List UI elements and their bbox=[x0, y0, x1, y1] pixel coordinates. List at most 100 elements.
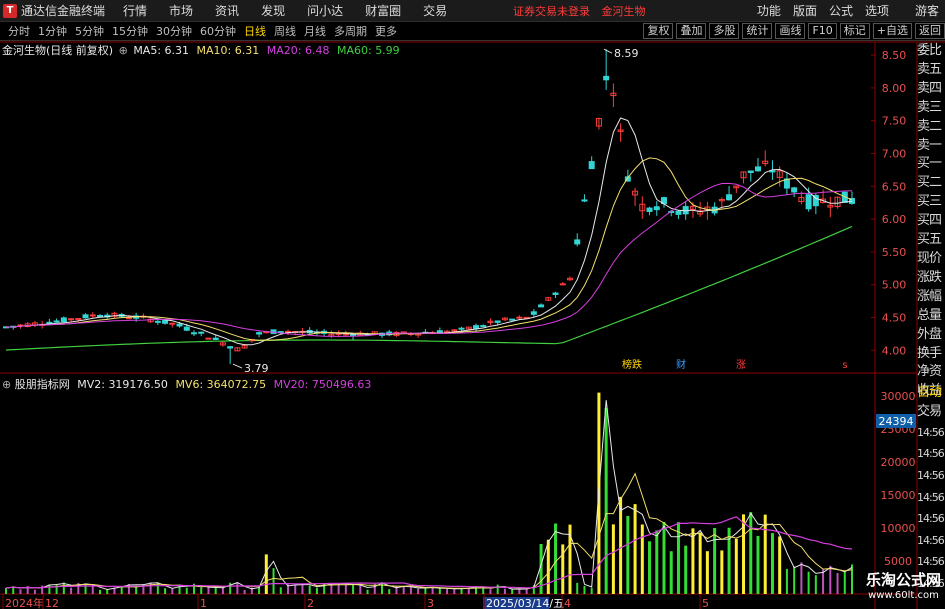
ma5-label: MA5: 6.31 bbox=[133, 44, 190, 57]
period-15min[interactable]: 15分钟 bbox=[112, 23, 148, 39]
candle-body bbox=[704, 206, 711, 211]
side-item: 卖五 bbox=[917, 61, 942, 77]
candle-body bbox=[740, 171, 747, 179]
draw-line-button[interactable]: 画线 bbox=[775, 23, 806, 39]
candle-body bbox=[371, 331, 378, 335]
period-5min[interactable]: 5分钟 bbox=[75, 23, 104, 39]
indicator-tick: 20000 bbox=[881, 456, 916, 469]
candle-body bbox=[653, 206, 660, 211]
statistics-button[interactable]: 统计 bbox=[742, 23, 773, 39]
mv20-label: MV20: 750496.63 bbox=[273, 378, 372, 391]
candle-body bbox=[538, 304, 545, 308]
candle-body bbox=[501, 317, 508, 321]
price-tick: 5.50 bbox=[882, 246, 907, 259]
period-60min[interactable]: 60分钟 bbox=[200, 23, 236, 39]
menu-news[interactable]: 资讯 bbox=[215, 2, 239, 19]
trade-notice[interactable]: 证券交易未登录 金河生物 bbox=[513, 3, 654, 19]
settings-icon[interactable]: ⊕ bbox=[2, 378, 11, 391]
candle-body bbox=[718, 199, 725, 202]
f10-button[interactable]: F10 bbox=[808, 23, 837, 39]
side-item: 卖四 bbox=[917, 80, 942, 96]
candle-body bbox=[415, 333, 422, 336]
menu-layout[interactable]: 版面 bbox=[793, 2, 817, 19]
event-marker: 榜跌 bbox=[622, 358, 642, 371]
side-item: 卖三 bbox=[917, 99, 942, 115]
date-tick: 5 bbox=[702, 597, 709, 609]
period-monthly[interactable]: 月线 bbox=[304, 23, 326, 39]
app-title: 通达信金融终端 bbox=[21, 4, 106, 18]
menu-options[interactable]: 选项 bbox=[865, 2, 889, 19]
back-button[interactable]: 返回 bbox=[915, 23, 945, 39]
candle-body bbox=[646, 207, 653, 212]
guest-user[interactable]: 游客 bbox=[915, 2, 939, 19]
date-tick: 3 bbox=[427, 597, 434, 609]
candle-body bbox=[292, 331, 299, 334]
overlay-button[interactable]: 叠加 bbox=[676, 23, 707, 39]
price-tick: 5.00 bbox=[882, 279, 907, 292]
menu-formula[interactable]: 公式 bbox=[829, 2, 853, 19]
mv6-label: MV6: 364072.75 bbox=[175, 378, 267, 391]
menu-market[interactable]: 市场 bbox=[169, 2, 193, 19]
period-intraday[interactable]: 分时 bbox=[8, 23, 30, 39]
side-item: 买四 bbox=[917, 213, 942, 229]
indicator-tick: 10000 bbox=[881, 522, 916, 535]
candlesticks bbox=[3, 49, 855, 365]
side-lower-item: 自动 bbox=[917, 385, 942, 400]
event-marker: s bbox=[842, 360, 847, 371]
candle-body bbox=[675, 210, 682, 215]
menu-quotes[interactable]: 行情 bbox=[123, 2, 147, 19]
candle-body bbox=[769, 170, 776, 173]
multi-stock-button[interactable]: 多股 bbox=[709, 23, 740, 39]
restore-rights-button[interactable]: 复权 bbox=[643, 23, 674, 39]
candle-body bbox=[726, 194, 733, 201]
price-tick: 7.50 bbox=[882, 115, 907, 128]
candle-body bbox=[270, 329, 277, 335]
candle-body bbox=[285, 330, 291, 333]
candle-body bbox=[733, 185, 740, 189]
candle-body bbox=[357, 332, 364, 337]
candle-body bbox=[827, 204, 834, 208]
mv20-line bbox=[5, 516, 853, 589]
price-tick: 4.50 bbox=[882, 312, 907, 325]
candle-body bbox=[494, 320, 501, 323]
candle-body bbox=[588, 161, 595, 170]
menu-ask[interactable]: 问小达 bbox=[307, 2, 343, 19]
side-item: 买三 bbox=[917, 194, 942, 210]
chart-annotations: 8.59 3.79 榜跌 财 涨 s bbox=[232, 47, 848, 375]
menu-trade[interactable]: 交易 bbox=[423, 2, 447, 19]
period-weekly[interactable]: 周线 bbox=[274, 23, 296, 39]
login-status: 证券交易未登录 bbox=[513, 5, 590, 18]
period-daily[interactable]: 日线 bbox=[244, 23, 266, 39]
settings-icon[interactable]: ⊕ bbox=[119, 44, 128, 57]
candle-body bbox=[632, 190, 639, 196]
candle-body bbox=[256, 332, 263, 335]
side-item: 买五 bbox=[917, 232, 942, 248]
period-multi[interactable]: 多周期 bbox=[334, 23, 367, 39]
candle-body bbox=[393, 331, 400, 336]
candle-body bbox=[133, 315, 140, 319]
candle-body bbox=[451, 329, 458, 332]
menu-wealth[interactable]: 财富圈 bbox=[365, 2, 401, 19]
side-item: 现价 bbox=[917, 250, 942, 266]
main-chart-legend: 金河生物(日线 前复权) ⊕ MA5: 6.31 MA10: 6.31 MA20… bbox=[2, 42, 400, 58]
menu-function[interactable]: 功能 bbox=[757, 2, 781, 19]
mark-button[interactable]: 标记 bbox=[839, 23, 870, 39]
event-marker: 财 bbox=[676, 358, 686, 371]
price-tick: 8.00 bbox=[882, 82, 907, 95]
low-label: 3.79 bbox=[244, 362, 269, 375]
ma20-line bbox=[5, 182, 853, 337]
candle-body bbox=[530, 311, 537, 315]
chart-area[interactable]: 8.50 8.00 7.50 7.00 6.50 6.00 5.50 5.00 4.50 4.00… bbox=[0, 0, 945, 609]
period-1min[interactable]: 1分钟 bbox=[38, 23, 67, 39]
side-item: 卖二 bbox=[917, 118, 942, 134]
candle-body bbox=[755, 166, 761, 172]
add-watchlist-button[interactable]: +自选 bbox=[872, 23, 912, 39]
candle-body bbox=[263, 331, 270, 334]
candle-body bbox=[39, 323, 46, 326]
menu-discover[interactable]: 发现 bbox=[261, 2, 285, 19]
period-more[interactable]: 更多 bbox=[375, 23, 397, 39]
candle-body bbox=[791, 187, 798, 193]
date-tick: 2025/03/14/五 bbox=[486, 597, 564, 609]
candle-body bbox=[82, 314, 89, 319]
period-30min[interactable]: 30分钟 bbox=[156, 23, 192, 39]
